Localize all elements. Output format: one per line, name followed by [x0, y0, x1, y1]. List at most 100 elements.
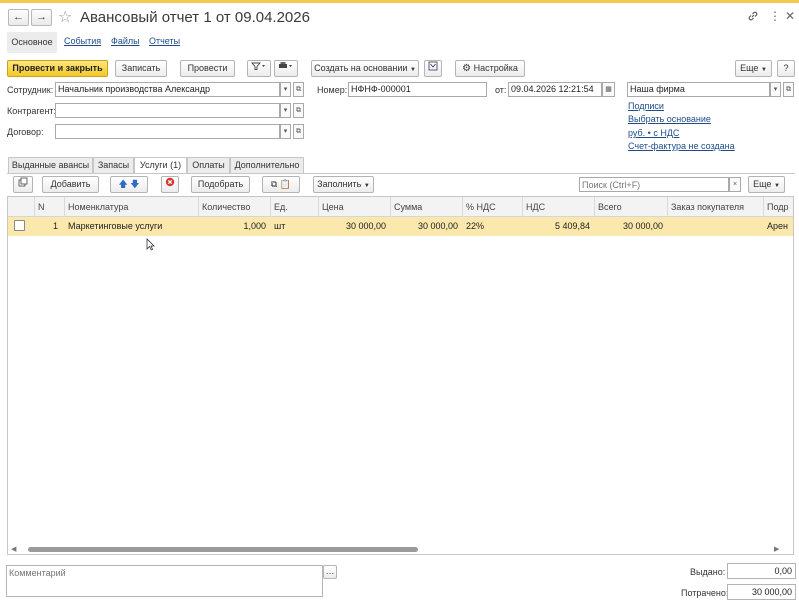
search-input[interactable]: [579, 177, 729, 192]
cell-qty[interactable]: 1,000: [199, 217, 269, 236]
tab-files[interactable]: Файлы: [111, 36, 140, 46]
copy-rows-button[interactable]: [13, 176, 33, 193]
tab-services[interactable]: Услуги (1): [134, 157, 187, 174]
employee-label: Сотрудник:: [7, 85, 54, 95]
structure-icon-button[interactable]: [424, 60, 442, 77]
post-button[interactable]: Провести: [180, 60, 235, 77]
header-total[interactable]: Всего: [595, 197, 668, 217]
more-vertical-icon[interactable]: ⋮: [769, 9, 781, 23]
arrow-left-icon: ←: [13, 11, 24, 23]
employee-dropdown-button[interactable]: ▾: [280, 82, 291, 97]
organization-field[interactable]: Наша фирма: [627, 82, 770, 97]
cell-order[interactable]: [668, 217, 764, 236]
add-row-button[interactable]: Добавить: [42, 176, 99, 193]
close-icon[interactable]: ✕: [785, 9, 795, 23]
forward-button[interactable]: →: [31, 9, 52, 26]
cell-n: 1: [52, 221, 58, 231]
number-field[interactable]: НФНФ-000001: [348, 82, 487, 97]
cell-unit[interactable]: шт: [271, 217, 319, 236]
table-more-button[interactable]: Еще ▼: [748, 176, 785, 193]
contract-label: Договор:: [7, 127, 44, 137]
cell-dept[interactable]: Арен: [764, 217, 793, 236]
scroll-left-icon[interactable]: ◀: [11, 545, 16, 553]
print-dropdown-button[interactable]: [274, 60, 298, 77]
tab-payments[interactable]: Оплаты: [187, 157, 230, 173]
header-n[interactable]: N: [35, 197, 65, 217]
move-rows-button[interactable]: 🡅 🡇: [110, 176, 148, 193]
link-icon[interactable]: [747, 10, 759, 25]
help-button[interactable]: ?: [777, 60, 795, 77]
header-checkbox-col: [8, 197, 35, 217]
date-field[interactable]: 09.04.2026 12:21:54: [508, 82, 602, 97]
contract-field[interactable]: [55, 124, 280, 139]
header-dept[interactable]: Подр: [764, 197, 793, 217]
counterparty-open-button[interactable]: ⧉: [293, 103, 304, 118]
top-accent-line: [0, 0, 799, 3]
table-header: N Номенклатура Количество Ед. Цена Сумма…: [8, 197, 793, 217]
tab-main[interactable]: Основное: [7, 32, 57, 53]
cell-amount[interactable]: 30 000,00: [391, 217, 461, 236]
more-button[interactable]: Еще ▼: [735, 60, 772, 77]
fill-button[interactable]: Заполнить ▼: [313, 176, 374, 193]
table-row[interactable]: 1 Маркетинговые услуги 1,000 шт 30 000,0…: [8, 217, 793, 236]
create-based-on-button[interactable]: Создать на основании ▼: [311, 60, 419, 77]
employee-open-button[interactable]: ⧉: [293, 82, 304, 97]
favorite-star-icon[interactable]: ☆: [58, 7, 72, 27]
contract-open-button[interactable]: ⧉: [293, 124, 304, 139]
delete-icon: [165, 177, 175, 187]
arrow-up-icon: 🡅: [118, 179, 128, 189]
scrollbar-thumb[interactable]: [28, 547, 418, 552]
header-item[interactable]: Номенклатура: [65, 197, 199, 217]
header-order[interactable]: Заказ покупателя: [668, 197, 764, 217]
tab-advances-issued[interactable]: Выданные авансы: [8, 157, 93, 173]
chevron-down-icon: ▼: [363, 183, 370, 189]
select-basis-link[interactable]: Выбрать основание: [628, 114, 711, 124]
signatures-link[interactable]: Подписи: [628, 101, 664, 111]
delete-row-button[interactable]: [161, 176, 179, 193]
cell-total[interactable]: 30 000,00: [595, 217, 666, 236]
back-button[interactable]: ←: [8, 9, 29, 26]
copy-to-clipboard-icon: ⧉: [270, 179, 278, 189]
cell-vat[interactable]: 5 409,84: [523, 217, 593, 236]
mouse-cursor-icon: [146, 238, 155, 253]
clipboard-buttons[interactable]: ⧉ 📋: [262, 176, 300, 193]
invoice-status-link[interactable]: Счет-фактура не создана: [628, 141, 735, 151]
currency-vat-link[interactable]: руб. • с НДС: [628, 128, 679, 138]
counterparty-field[interactable]: [55, 103, 280, 118]
cell-vat-rate[interactable]: 22%: [463, 217, 523, 236]
organization-open-button[interactable]: ⧉: [783, 82, 794, 97]
row-checkbox[interactable]: [14, 220, 25, 231]
header-price[interactable]: Цена: [319, 197, 391, 217]
header-vat-rate[interactable]: % НДС: [463, 197, 523, 217]
header-amount[interactable]: Сумма: [391, 197, 463, 217]
horizontal-scrollbar[interactable]: ◀ ▶: [8, 545, 793, 554]
clear-search-icon[interactable]: ×: [729, 177, 741, 192]
cell-item[interactable]: Маркетинговые услуги: [65, 217, 199, 236]
comment-expand-button[interactable]: …: [323, 565, 337, 579]
cell-price[interactable]: 30 000,00: [319, 217, 389, 236]
comment-field[interactable]: [6, 565, 323, 597]
scroll-right-icon[interactable]: ▶: [774, 545, 779, 553]
spent-value: 30 000,00: [727, 584, 796, 600]
header-vat[interactable]: НДС: [523, 197, 595, 217]
tab-reports[interactable]: Отчеты: [149, 36, 180, 46]
tab-additional[interactable]: Дополнительно: [230, 157, 304, 173]
employee-field[interactable]: Начальник производства Александр: [55, 82, 280, 97]
tab-inventory[interactable]: Запасы: [93, 157, 134, 173]
tab-events[interactable]: События: [64, 36, 101, 46]
calendar-icon[interactable]: ▦: [602, 82, 615, 97]
organization-dropdown-button[interactable]: ▾: [770, 82, 781, 97]
counterparty-label: Контрагент:: [7, 106, 57, 116]
header-unit[interactable]: Ед.: [271, 197, 319, 217]
select-items-button[interactable]: Подобрать: [191, 176, 250, 193]
post-and-close-button[interactable]: Провести и закрыть: [7, 60, 108, 77]
contract-dropdown-button[interactable]: ▾: [280, 124, 291, 139]
save-button[interactable]: Записать: [115, 60, 167, 77]
counterparty-dropdown-button[interactable]: ▾: [280, 103, 291, 118]
tabs-underline: [7, 173, 795, 174]
settings-button[interactable]: ⚙ Настройка: [455, 60, 525, 77]
spent-label: Потрачено:: [681, 588, 729, 598]
filter-dropdown-button[interactable]: [247, 60, 271, 77]
header-qty[interactable]: Количество: [199, 197, 271, 217]
services-table[interactable]: N Номенклатура Количество Ед. Цена Сумма…: [7, 196, 794, 555]
